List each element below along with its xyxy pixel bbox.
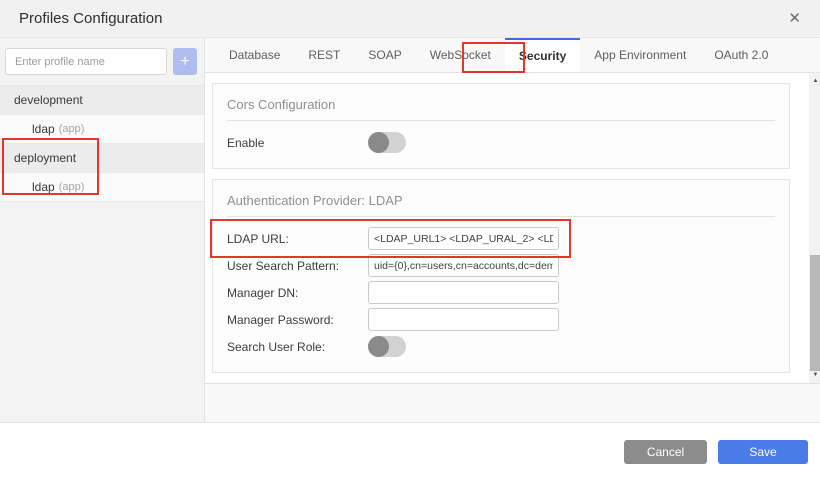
ldap-url-label: LDAP URL: xyxy=(227,232,368,246)
app-suffix: (app) xyxy=(59,181,85,193)
scroll-down-icon[interactable]: ▼ xyxy=(809,369,820,381)
sidebar-item-ldap-development[interactable]: ldap (app) xyxy=(0,115,204,144)
manager-password-input[interactable] xyxy=(368,308,559,331)
cors-section-title: Cors Configuration xyxy=(227,84,775,121)
search-user-role-row: Search User Role: xyxy=(227,333,775,360)
search-user-role-toggle[interactable] xyxy=(368,336,406,357)
close-icon[interactable]: ✕ xyxy=(788,11,801,26)
tab-security[interactable]: Security xyxy=(505,38,580,72)
profiles-configuration-dialog: Profiles Configuration ✕ + development l… xyxy=(0,0,820,480)
ldap-auth-section: Authentication Provider: LDAP LDAP URL: … xyxy=(212,179,790,373)
profile-list: development ldap (app) deployment ldap (… xyxy=(0,85,204,202)
app-suffix: (app) xyxy=(59,123,85,135)
toggle-knob xyxy=(368,336,389,357)
scroll-up-icon[interactable]: ▲ xyxy=(809,75,820,87)
cancel-button[interactable]: Cancel xyxy=(624,440,707,464)
cors-configuration-section: Cors Configuration Enable xyxy=(212,83,790,169)
tab-soap[interactable]: SOAP xyxy=(354,38,415,72)
user-search-pattern-input[interactable] xyxy=(368,254,559,277)
tab-app-environment[interactable]: App Environment xyxy=(580,38,700,72)
manager-dn-label: Manager DN: xyxy=(227,286,368,300)
profile-name-input[interactable] xyxy=(5,48,167,75)
dialog-titlebar: Profiles Configuration ✕ xyxy=(0,0,820,38)
sidebar-item-development[interactable]: development xyxy=(0,86,204,115)
content-scrollbar[interactable]: ▲ ▼ xyxy=(809,73,820,383)
sidebar-item-deployment[interactable]: deployment xyxy=(0,144,204,173)
profiles-sidebar: + development ldap (app) deployment ldap… xyxy=(0,38,205,422)
ldap-section-title: Authentication Provider: LDAP xyxy=(227,180,775,217)
tab-rest[interactable]: REST xyxy=(294,38,354,72)
manager-dn-input[interactable] xyxy=(368,281,559,304)
toggle-knob xyxy=(368,132,389,153)
security-tab-content: Cors Configuration Enable Authentication… xyxy=(205,73,820,384)
search-user-role-label: Search User Role: xyxy=(227,340,368,354)
ldap-url-row: LDAP URL: xyxy=(227,225,775,252)
user-search-pattern-label: User Search Pattern: xyxy=(227,259,368,273)
save-button[interactable]: Save xyxy=(718,440,808,464)
scrollbar-thumb[interactable] xyxy=(810,255,820,371)
manager-dn-row: Manager DN: xyxy=(227,279,775,306)
manager-password-label: Manager Password: xyxy=(227,313,368,327)
tab-oauth2[interactable]: OAuth 2.0 xyxy=(700,38,782,72)
add-profile-button[interactable]: + xyxy=(173,48,197,75)
tab-websocket[interactable]: WebSocket xyxy=(416,38,505,72)
ldap-url-input[interactable] xyxy=(368,227,559,250)
dialog-footer: Cancel Save xyxy=(0,422,820,480)
dialog-title: Profiles Configuration xyxy=(19,10,162,27)
settings-main: Database REST SOAP WebSocket Security Ap… xyxy=(205,38,820,422)
tab-database[interactable]: Database xyxy=(215,38,294,72)
sidebar-item-ldap-deployment[interactable]: ldap (app) xyxy=(0,173,204,202)
cors-enable-label: Enable xyxy=(227,136,368,150)
settings-tabbar: Database REST SOAP WebSocket Security Ap… xyxy=(205,38,820,73)
cors-enable-toggle[interactable] xyxy=(368,132,406,153)
manager-password-row: Manager Password: xyxy=(227,306,775,333)
user-search-pattern-row: User Search Pattern: xyxy=(227,252,775,279)
